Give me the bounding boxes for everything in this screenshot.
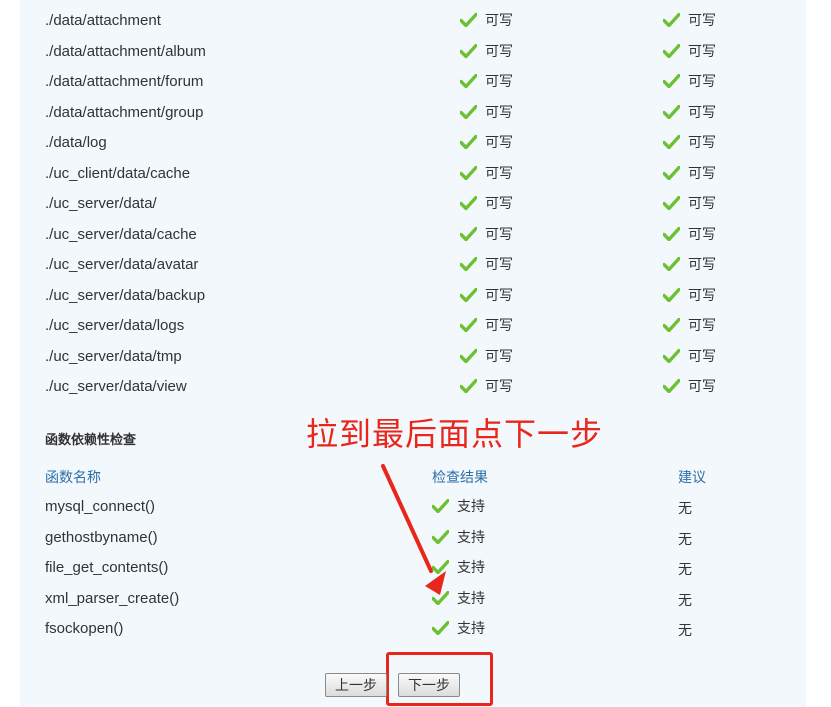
annotation-arrow-icon	[381, 464, 446, 595]
prev-step-button[interactable]: 上一步	[325, 673, 387, 697]
next-step-button[interactable]: 下一步	[398, 673, 460, 697]
